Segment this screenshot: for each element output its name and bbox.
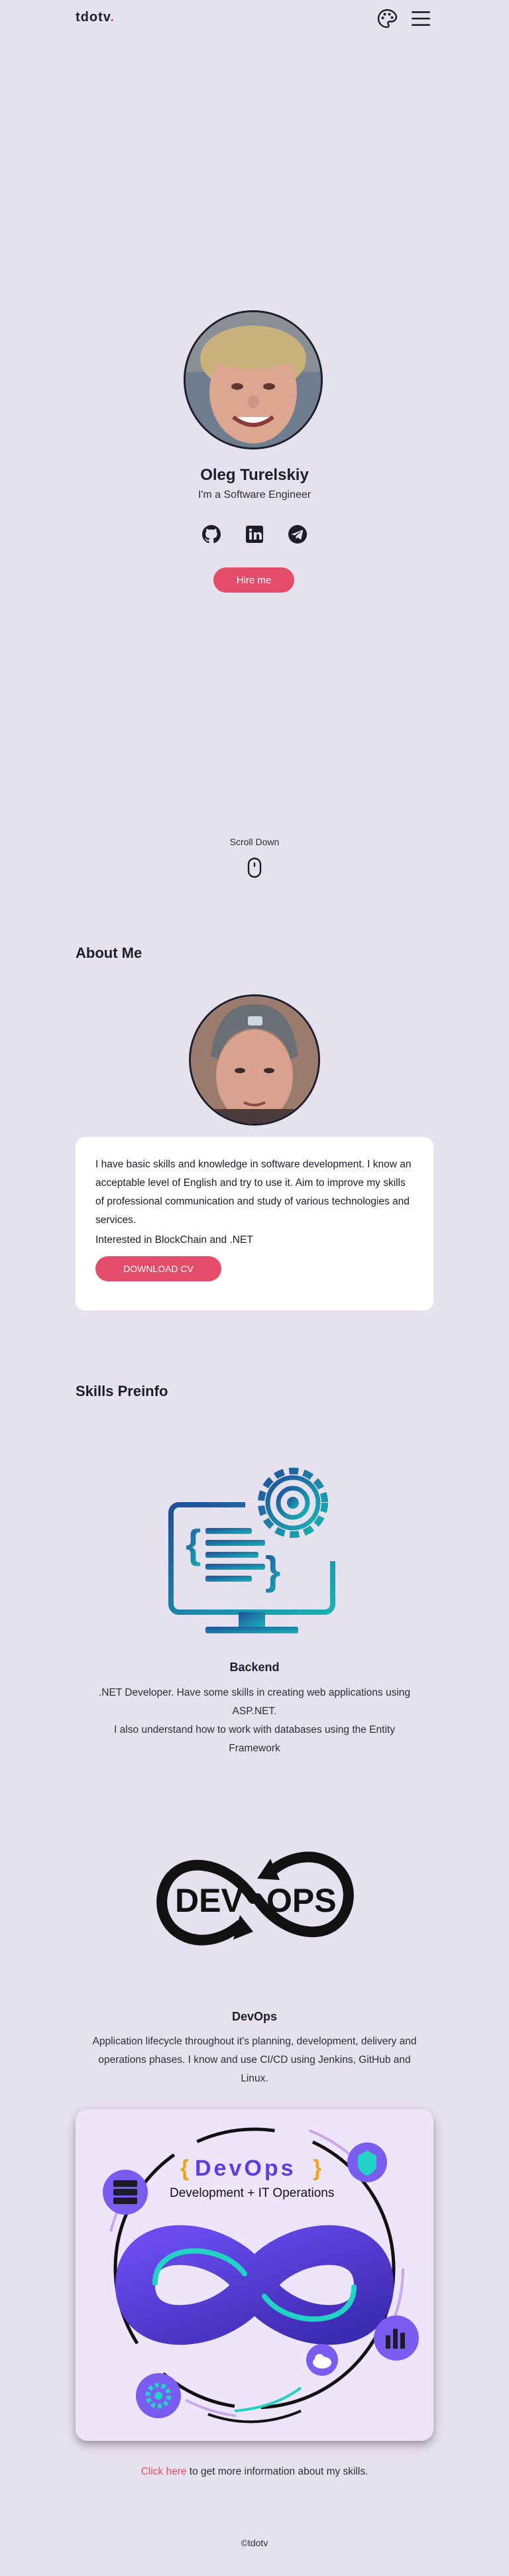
profile-photo bbox=[184, 310, 323, 449]
hire-me-button[interactable]: Hire me bbox=[213, 567, 294, 593]
devops-logo-dev: DEV bbox=[175, 1882, 243, 1919]
skill-devops-line: Application lifecycle throughout it's pl… bbox=[92, 2036, 417, 2084]
more-info-line: Click here to get more information about… bbox=[0, 2466, 509, 2478]
skill-devops-title: DevOps bbox=[231, 2010, 278, 2023]
profile-subtitle: I'm a Software Engineer bbox=[198, 489, 311, 500]
skill-backend-title: Backend bbox=[229, 1661, 280, 1674]
telegram-icon[interactable] bbox=[287, 524, 308, 545]
click-here-link[interactable]: Click here bbox=[141, 2466, 187, 2477]
download-cv-button[interactable]: DOWNLOAD CV bbox=[95, 1256, 221, 1281]
scroll-down-label[interactable]: Scroll Down bbox=[0, 837, 509, 847]
skill-backend-line: .NET Developer. Have some skills in crea… bbox=[98, 1687, 411, 1717]
social-links bbox=[201, 524, 308, 546]
about-title: About Me bbox=[76, 945, 142, 961]
linkedin-icon[interactable] bbox=[244, 524, 265, 545]
hamburger-menu-icon[interactable] bbox=[411, 9, 431, 28]
mouse-scroll-icon[interactable] bbox=[247, 857, 262, 878]
logo-text: tdotv bbox=[76, 10, 111, 25]
devops-card-title: DevOps bbox=[195, 2156, 296, 2181]
site-logo[interactable]: tdotv. bbox=[76, 10, 115, 25]
logo-dot: . bbox=[110, 10, 115, 25]
skill-backend-line: I also understand how to work with datab… bbox=[114, 1724, 395, 1754]
devops-card-subtitle: Development + IT Operations bbox=[170, 2186, 334, 2200]
skill-backend-desc: .NET Developer. Have some skills in crea… bbox=[89, 1684, 420, 1758]
svg-text:{: { bbox=[186, 1522, 201, 1566]
backend-code-icon: { } bbox=[168, 1468, 335, 1633]
about-photo bbox=[189, 994, 320, 1126]
about-interest: Interested in BlockChain and .NET bbox=[95, 1234, 253, 1246]
devops-logo-icon: DEV OPS bbox=[156, 1851, 354, 1946]
skill-devops-desc: Application lifecycle throughout it's pl… bbox=[89, 2032, 420, 2088]
more-info-text: to get more information about my skills. bbox=[186, 2466, 368, 2477]
devops-illustration-card: { DevOps } Development + IT Operations bbox=[76, 2109, 433, 2441]
devops-logo-ops: OPS bbox=[266, 1882, 337, 1919]
palette-icon[interactable] bbox=[376, 8, 398, 29]
devops-brace-left: { bbox=[180, 2156, 189, 2181]
skills-title: Skills Preinfo bbox=[76, 1383, 168, 1399]
svg-text:}: } bbox=[265, 1549, 280, 1593]
about-card: I have basic skills and knowledge in sof… bbox=[76, 1137, 433, 1311]
profile-name: Oleg Turelskiy bbox=[200, 466, 309, 484]
footer-copyright: ©tdotv bbox=[241, 2538, 268, 2548]
header: tdotv. bbox=[0, 0, 509, 40]
devops-brace-right: } bbox=[313, 2156, 321, 2181]
about-text: I have basic skills and knowledge in sof… bbox=[95, 1159, 412, 1226]
github-icon[interactable] bbox=[201, 524, 222, 545]
